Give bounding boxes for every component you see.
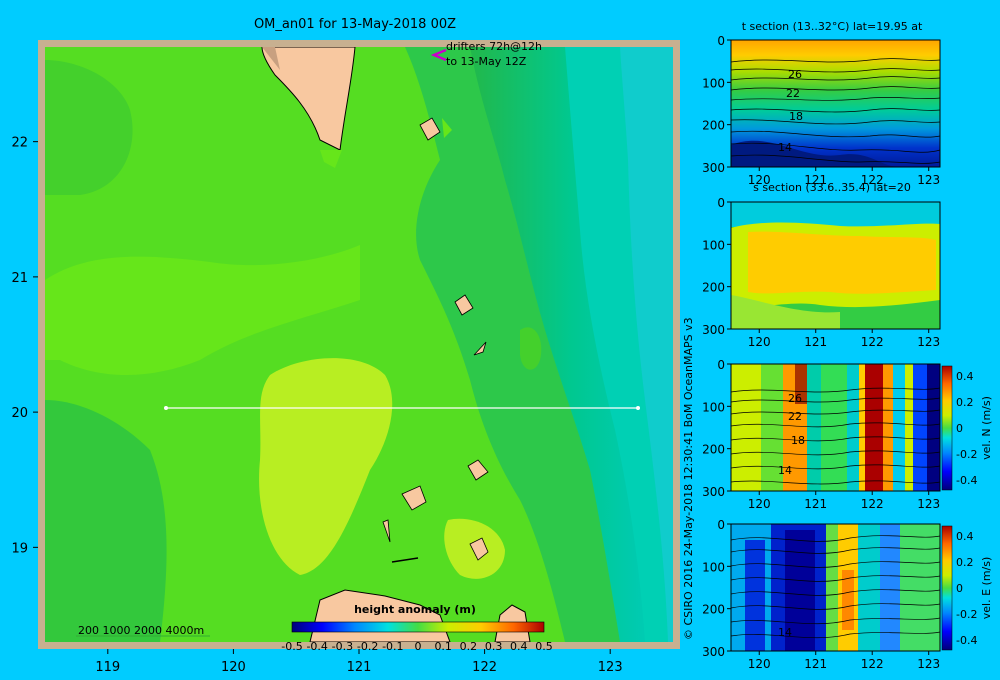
colorbar-tick-label: 0.3: [485, 640, 503, 653]
panel-x-tick-label: 121: [804, 497, 827, 511]
panel-x-tick-label: 123: [917, 173, 940, 187]
map-x-tick-label: 120: [221, 660, 246, 675]
section-start-marker: [164, 406, 168, 410]
panel-x-tick-label: 122: [861, 497, 884, 511]
drifter-note-line2: to 13-May 12Z: [446, 55, 527, 68]
panel-x-tick-label: 120: [748, 335, 771, 349]
panel-y-tick-label: 0: [717, 196, 725, 210]
panel-y-tick-label: 100: [702, 400, 725, 414]
colorbar-tick-label: -0.4: [306, 640, 327, 653]
panel-x-tick-label: 123: [917, 335, 940, 349]
velocity-colorbar-tick-label: -0.4: [956, 474, 977, 487]
panel-x-tick-label: 120: [748, 497, 771, 511]
colorbar-tick-label: -0.1: [382, 640, 403, 653]
section-end-marker: [636, 406, 640, 410]
panel-y-tick-label: 0: [717, 518, 725, 532]
panel-y-tick-label: 0: [717, 358, 725, 372]
panel-y-tick-label: 300: [702, 323, 725, 337]
colorbar-tick-label: 0.5: [535, 640, 553, 653]
drifter-note-line1: drifters 72h@12h: [446, 40, 542, 53]
map-title: OM_an01 for 13-May-2018 00Z: [254, 17, 456, 32]
velocity-colorbar-tick-label: 0.2: [956, 556, 974, 569]
colorbar-ticks: -0.5 -0.4 -0.3 -0.2 -0.1 0 0.1 0.2 0.3 0.4 0.5: [281, 640, 552, 653]
s-section-panel: [731, 202, 940, 329]
contour-label: 22: [786, 87, 800, 100]
panel-y-tick-label: 100: [702, 238, 725, 252]
contour-label: 18: [789, 110, 803, 123]
panel-y-tick-label: 200: [702, 281, 725, 295]
colorbar-tick-label: 0: [415, 640, 422, 653]
panel-x-tick-label: 122: [861, 657, 884, 671]
depth-legend: 200 1000 2000 4000m: [78, 624, 204, 637]
panel-x-tick-label: 122: [861, 173, 884, 187]
colorbar-tick-label: 0.1: [434, 640, 452, 653]
vel-e-colorbar-label: vel. E (m/s): [980, 557, 993, 620]
contour-label: 14: [778, 464, 792, 477]
t-section-panel: [730, 40, 941, 167]
colorbar-tick-label: 0.4: [510, 640, 528, 653]
panel-x-tick-label: 121: [804, 335, 827, 349]
contour-label: 14: [778, 141, 792, 154]
map-y-tick-label: 20: [11, 406, 28, 421]
vel-n-colorbar-label: vel. N (m/s): [980, 396, 993, 460]
panel2-title: s section (33.6..35.4) lat=20: [753, 181, 911, 194]
panel-x-tick-label: 121: [804, 657, 827, 671]
credit-text: © CSIRO 2016 24-May-2018 12:30:41 BoM Oc…: [682, 317, 695, 640]
velocity-colorbar-ticks: 0.4 0.2 0 -0.2 -0.4 0.4 0.2 0 -0.2 -0.4: [956, 370, 977, 647]
panel1-title: t section (13..32°C) lat=19.95 at: [742, 20, 923, 33]
panel-x-tick-label: 121: [804, 173, 827, 187]
contour-label: 26: [788, 392, 802, 405]
panel-y-tick-label: 200: [702, 119, 725, 133]
map-y-tick-label: 22: [11, 136, 28, 151]
height-anomaly-field: [45, 47, 673, 642]
contour-label: 14: [778, 626, 792, 639]
vel-e-panel: [730, 524, 941, 651]
colorbar-tick-label: -0.2: [357, 640, 378, 653]
map-x-tick-label: 123: [598, 660, 623, 675]
contour-label: 26: [788, 68, 802, 81]
panel-y-tick-label: 200: [702, 443, 725, 457]
panel-y-tick-label: 200: [702, 603, 725, 617]
map-y-tick-label: 21: [11, 271, 28, 286]
panel-x-tick-label: 123: [917, 657, 940, 671]
velocity-colorbar-tick-label: -0.2: [956, 448, 977, 461]
map-x-tick-label: 121: [347, 660, 372, 675]
contour-label: 22: [788, 410, 802, 423]
panel-y-tick-label: 100: [702, 76, 725, 90]
figure-canvas: OM_an01 for 13-May-2018 00Z drifters 72h…: [11, 17, 993, 675]
colorbar-label: height anomaly (m): [354, 603, 476, 616]
panel-y-tick-label: 300: [702, 645, 725, 659]
velocity-colorbar-tick-label: 0.2: [956, 396, 974, 409]
colorbar-tick-label: -0.3: [332, 640, 353, 653]
panel-y-tick-label: 100: [702, 560, 725, 574]
colorbar-tick-label: -0.5: [281, 640, 302, 653]
panel-y-tick-label: 0: [717, 34, 725, 48]
vel-n-colorbar: [941, 365, 953, 491]
panel-x-tick-label: 120: [748, 173, 771, 187]
panel-y-tick-label: 300: [702, 161, 725, 175]
map-x-tick-label: 122: [472, 660, 497, 675]
map-y-ticks: 22 21 20 19: [11, 136, 38, 556]
vel-n-panel: [730, 364, 941, 491]
height-colorbar: [291, 621, 545, 633]
velocity-colorbar-tick-label: 0: [956, 422, 963, 435]
velocity-colorbar-tick-label: 0.4: [956, 370, 974, 383]
velocity-colorbar-tick-label: -0.2: [956, 608, 977, 621]
panel-x-tick-label: 120: [748, 657, 771, 671]
vel-e-colorbar: [941, 525, 953, 651]
panel-x-tick-label: 123: [917, 497, 940, 511]
velocity-colorbar-tick-label: -0.4: [956, 634, 977, 647]
panel-x-tick-label: 122: [861, 335, 884, 349]
contour-label: 18: [791, 434, 805, 447]
map-y-tick-label: 19: [11, 541, 28, 556]
map-x-tick-label: 119: [95, 660, 120, 675]
velocity-colorbar-tick-label: 0: [956, 582, 963, 595]
colorbar-tick-label: 0.2: [460, 640, 478, 653]
panel-y-tick-label: 300: [702, 485, 725, 499]
velocity-colorbar-tick-label: 0.4: [956, 530, 974, 543]
